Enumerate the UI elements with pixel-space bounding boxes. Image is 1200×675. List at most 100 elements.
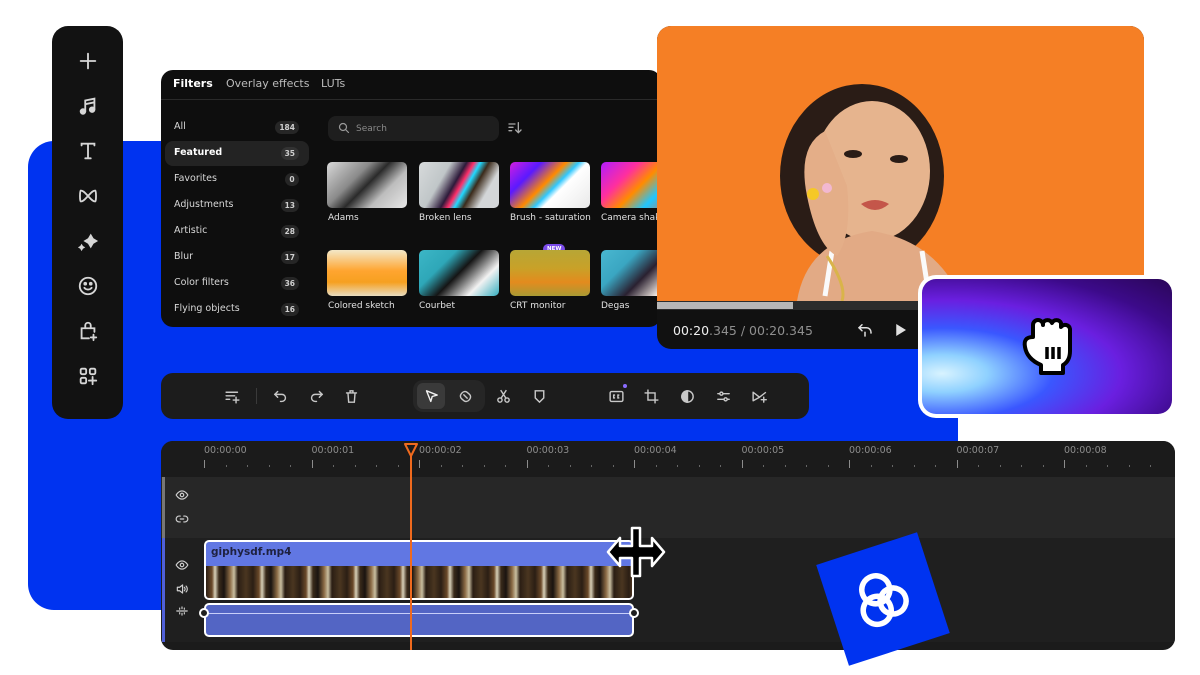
- category-color-filters[interactable]: Color filters 36: [165, 271, 309, 296]
- adjust-button[interactable]: [712, 385, 734, 407]
- category-label: Adjustments: [174, 199, 234, 210]
- captions-button[interactable]: [605, 385, 627, 407]
- music-note-icon: [79, 97, 95, 115]
- ruler-minor-tick: [827, 465, 829, 467]
- time-ruler[interactable]: 00:00:00 00:00:01 00:00:02 00:00:03 00:00:04…: [161, 441, 1175, 477]
- ruler-tick-label: 00:00:02: [419, 445, 462, 456]
- ruler-tick-label: 00:00:07: [956, 445, 1000, 456]
- rail-audio-button[interactable]: [52, 88, 123, 124]
- audio-clip[interactable]: [204, 603, 634, 637]
- category-blur[interactable]: Blur 17: [165, 245, 309, 270]
- category-artistic[interactable]: Artistic 28: [165, 219, 309, 244]
- rewind-icon[interactable]: [856, 321, 874, 339]
- add-track-icon: [224, 391, 240, 404]
- cut-button[interactable]: [492, 385, 514, 407]
- category-count: 28: [280, 225, 299, 238]
- tab-luts[interactable]: LUTs: [321, 77, 345, 90]
- category-count: 184: [275, 121, 299, 134]
- crop-button[interactable]: [640, 385, 662, 407]
- filter-thumb-broken-lens[interactable]: [419, 162, 499, 208]
- ruler-minor-tick: [591, 465, 592, 467]
- gradient-clip-preview[interactable]: [922, 279, 1172, 414]
- ruler-minor-tick: [763, 465, 764, 467]
- speaker-icon[interactable]: [175, 582, 189, 596]
- eye-icon[interactable]: [175, 558, 189, 572]
- tool-rail: [52, 26, 123, 419]
- delete-button[interactable]: [340, 385, 362, 407]
- ruler-tick-label: 00:00:06: [849, 445, 892, 456]
- scissors-icon: [496, 389, 510, 403]
- ruler-minor-tick: [397, 465, 399, 467]
- eye-icon[interactable]: [175, 488, 189, 502]
- category-count: 35: [280, 147, 299, 160]
- shield-marker-icon: [534, 389, 544, 403]
- ruler-minor-tick: [505, 465, 506, 467]
- search-input[interactable]: [356, 120, 486, 137]
- slip-icon: [459, 390, 471, 402]
- rail-add-button[interactable]: [52, 43, 123, 79]
- ruler-minor-tick: [462, 465, 463, 467]
- ruler-tick-label: 00:00:03: [526, 445, 570, 456]
- category-favorites[interactable]: Favorites 0: [165, 167, 309, 192]
- category-label: Favorites: [174, 173, 217, 184]
- ruler-major-tick: [849, 460, 850, 468]
- ruler-minor-tick: [1150, 465, 1151, 467]
- captions-notification-dot: [623, 384, 627, 388]
- clip-name: giphysdf.mp4: [211, 546, 292, 558]
- tab-filters[interactable]: Filters: [173, 77, 213, 90]
- rail-effects-button[interactable]: [52, 223, 123, 259]
- filter-label: Colored sketch: [328, 301, 395, 311]
- playhead-handle[interactable]: [403, 442, 419, 458]
- filter-thumb-brush-saturation[interactable]: [510, 162, 590, 208]
- playhead-line: [410, 451, 412, 650]
- video-frame[interactable]: [657, 26, 1144, 302]
- redo-button[interactable]: [305, 385, 327, 407]
- sliders-icon: [716, 390, 730, 402]
- audio-split-icon[interactable]: [175, 604, 189, 618]
- category-all[interactable]: All 184: [165, 115, 309, 140]
- filter-thumb-adams[interactable]: [327, 162, 407, 208]
- current-time-ms: .345: [709, 323, 737, 338]
- volume-keyframe-end[interactable]: [629, 608, 639, 618]
- rail-stock-button[interactable]: [52, 313, 123, 349]
- brand-logo-icon: [859, 573, 909, 628]
- play-icon[interactable]: [891, 321, 909, 339]
- ruler-minor-tick: [290, 465, 291, 467]
- editor-toolbar: [161, 373, 809, 419]
- video-clip[interactable]: giphysdf.mp4: [204, 540, 634, 600]
- current-time: 00:20: [673, 323, 710, 338]
- link-icon[interactable]: [175, 512, 189, 526]
- toolbar-divider: [256, 388, 257, 404]
- category-adjustments[interactable]: Adjustments 13: [165, 193, 309, 218]
- tab-overlay-effects[interactable]: Overlay effects: [226, 77, 309, 90]
- pointer-icon: [425, 389, 438, 402]
- rail-text-button[interactable]: [52, 133, 123, 169]
- category-flying-objects[interactable]: Flying objects 16: [165, 297, 309, 322]
- slip-tool-button[interactable]: [454, 385, 476, 407]
- category-featured[interactable]: Featured 35: [165, 141, 309, 166]
- filter-thumb-colored-sketch[interactable]: [327, 250, 407, 296]
- text-icon: [80, 142, 95, 160]
- undo-button[interactable]: [269, 385, 291, 407]
- ruler-major-tick: [741, 460, 743, 468]
- marker-button[interactable]: [528, 385, 550, 407]
- ruler-minor-tick: [268, 465, 270, 467]
- select-tool-button[interactable]: [417, 383, 445, 409]
- rail-transitions-button[interactable]: [52, 178, 123, 214]
- transition-button[interactable]: [748, 385, 770, 407]
- filter-thumb-camera-shake[interactable]: [601, 162, 661, 208]
- volume-keyframe-start[interactable]: [199, 608, 209, 618]
- filter-thumb-degas[interactable]: [601, 250, 661, 296]
- add-track-button[interactable]: [221, 385, 243, 407]
- redo-icon: [310, 390, 323, 402]
- rail-stickers-button[interactable]: [52, 268, 123, 304]
- color-button[interactable]: [676, 385, 698, 407]
- ruler-minor-tick: [1085, 465, 1087, 467]
- sort-icon[interactable]: [507, 120, 523, 136]
- rail-apps-button[interactable]: [52, 358, 123, 394]
- filter-thumb-crt-monitor[interactable]: [510, 250, 590, 296]
- filter-thumb-courbet[interactable]: [419, 250, 499, 296]
- plus-icon: [79, 52, 96, 70]
- ruler-minor-tick: [1042, 465, 1044, 467]
- filter-label: Brush - saturation: [510, 213, 591, 223]
